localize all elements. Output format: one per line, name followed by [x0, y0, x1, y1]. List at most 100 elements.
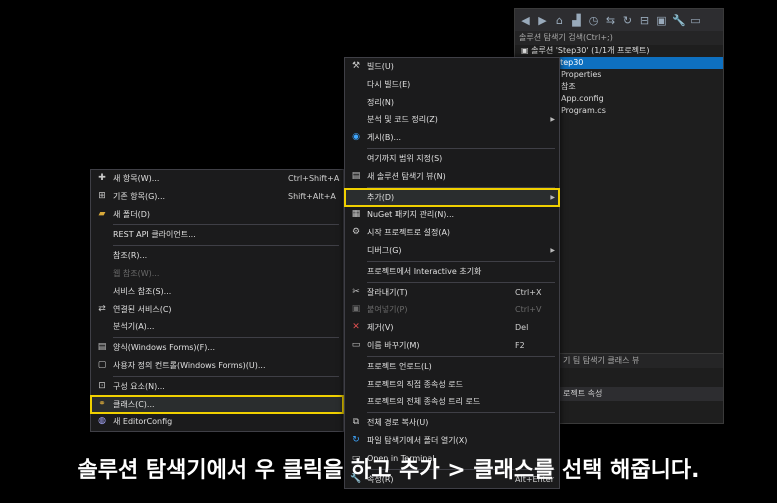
home-icon[interactable]: ⌂ [553, 14, 566, 27]
menu-item-시작-프로젝트로-설정[interactable]: ⚙ 시작 프로젝트로 설정(A) [345, 224, 559, 242]
build-icon: ⚒ [351, 61, 361, 71]
menu-item-label: 클래스(C)... [113, 399, 155, 409]
menu-item-label: 전체 경로 복사(U) [367, 418, 429, 428]
menu-item-참조[interactable]: 참조(R)... [91, 247, 343, 265]
menu-item-다시-빌드[interactable]: 다시 빌드(E) [345, 76, 559, 94]
menu-item-rest-api-클라이언트[interactable]: REST API 클라이언트... [91, 226, 343, 244]
nuget-icon: ▦ [351, 209, 361, 220]
refresh-arrow-icon: ↻ [352, 434, 360, 445]
back-icon[interactable]: ◀ [519, 14, 532, 27]
menu-item-새-폴더[interactable]: ▰ 새 폴더(D) [91, 206, 343, 224]
menu-item-shortcut: Shift+Alt+A [288, 191, 336, 201]
menu-item-label: 프로젝트의 직접 종속성 로드 [367, 379, 463, 389]
menu-item-빌드[interactable]: ⚒ 빌드(U) [345, 58, 559, 76]
menu-item-label: 새 EditorConfig [113, 417, 173, 427]
menu-item-shortcut: Ctrl+X [515, 287, 542, 297]
gear-icon: ⚙ [351, 227, 361, 238]
existing-item-icon: ⊞ [98, 190, 106, 201]
refresh-icon[interactable]: ↻ [621, 14, 634, 27]
user-control-icon: ▢ [97, 359, 107, 370]
menu-item-분석-및-코드-정리[interactable]: 분석 및 코드 정리(Z) ▶ [345, 111, 559, 129]
menu-item-shortcut: Ctrl+V [515, 305, 542, 315]
preview-icon[interactable]: ▭ [689, 14, 702, 27]
menu-item-label: 사용자 정의 컨트롤(Windows Forms)(U)... [113, 360, 266, 370]
paste-icon: ▣ [351, 304, 361, 315]
menu-separator [367, 355, 555, 357]
menu-item-게시[interactable]: ◉ 게시(B)... [345, 129, 559, 147]
menu-item-label: 다시 빌드(E) [367, 79, 411, 89]
solution-icon: ▣ [521, 46, 532, 55]
menu-item-여기까지-범위-지정[interactable]: 여기까지 범위 지정(S) [345, 150, 559, 168]
solution-explorer-search-input[interactable]: 솔루션 탐색기 검색(Ctrl+;) [515, 31, 723, 45]
editorconfig-icon: ◍ [98, 416, 106, 427]
menu-item-label: 디버그(G) [367, 245, 402, 255]
menu-item-label: 정리(N) [367, 97, 394, 107]
menu-item-label: 연결된 서비스(C) [113, 304, 172, 314]
menu-separator [367, 147, 555, 149]
form-icon: ▤ [97, 342, 107, 353]
menu-item-파일-탐색기에서-폴더-열기[interactable]: ↻ 파일 탐색기에서 폴더 열기(X) [345, 432, 559, 450]
show-all-icon[interactable]: ▣ [655, 14, 668, 27]
menu-item-잘라내기[interactable]: ✂ 잘라내기(T) Ctrl+X [345, 284, 559, 302]
menu-item-새-솔루션-탐색기-뷰[interactable]: ▤ 새 솔루션 탐색기 뷰(N) [345, 168, 559, 186]
menu-item-shortcut: Ctrl+Shift+A [288, 174, 340, 183]
history-icon[interactable]: ◷ [587, 14, 600, 27]
copy-icon: ⧉ [352, 417, 360, 428]
menu-item-연결된-서비스[interactable]: ⇄ 연결된 서비스(C) [91, 301, 343, 319]
delete-icon: ✕ [352, 322, 360, 333]
menu-item-서비스-참조[interactable]: 서비스 참조(S)... [91, 283, 343, 301]
menu-item-label: 프로젝트 언로드(L) [367, 361, 432, 371]
menu-item-label: 분석기(A)... [113, 322, 155, 332]
class-icon: ⚭ [98, 398, 106, 409]
new-item-icon: ✚ [98, 173, 106, 183]
component-icon: ⊡ [98, 380, 106, 391]
menu-item-label: 이름 바꾸기(M) [367, 340, 420, 350]
menu-item-새-editorconfig[interactable]: ◍ 새 EditorConfig [91, 413, 343, 431]
solution-node[interactable]: ▣ 솔루션 'Step30' (1/1개 프로젝트) [515, 45, 723, 57]
connected-service-icon: ⇄ [98, 303, 106, 314]
sync-icon[interactable]: ⇆ [604, 14, 617, 27]
menu-item-분석기[interactable]: 분석기(A)... [91, 318, 343, 336]
menu-separator [113, 337, 339, 339]
menu-item-label: 새 항목(W)... [113, 174, 160, 183]
menu-item-제거[interactable]: ✕ 제거(V) Del [345, 319, 559, 337]
menu-separator [367, 260, 555, 262]
menu-item-프로젝트의-전체-종속성-트리-로드[interactable]: 프로젝트의 전체 종속성 트리 로드 [345, 393, 559, 411]
menu-item-사용자-정의-컨트롤[interactable]: ▢ 사용자 정의 컨트롤(Windows Forms)(U)... [91, 357, 343, 375]
menu-item-label: 분석 및 코드 정리(Z) [367, 115, 438, 125]
submenu-arrow-icon: ▶ [550, 116, 555, 124]
menu-separator [113, 375, 339, 377]
menu-separator [367, 281, 555, 283]
menu-item-전체-경로-복사[interactable]: ⧉ 전체 경로 복사(U) [345, 414, 559, 432]
menu-item-웹-참조: 웹 참조(W)... [91, 265, 343, 283]
wrench-icon[interactable]: 🔧 [672, 14, 686, 27]
menu-item-label: 새 솔루션 탐색기 뷰(N) [367, 171, 446, 181]
menu-item-프로젝트-언로드[interactable]: 프로젝트 언로드(L) [345, 358, 559, 376]
menu-item-기존-항목[interactable]: ⊞ 기존 항목(G)... Shift+Alt+A [91, 188, 343, 206]
menu-separator [113, 224, 339, 226]
menu-item-프로젝트에서-interactive-초기화[interactable]: 프로젝트에서 Interactive 초기화 [345, 263, 559, 281]
menu-item-이름-바꾸기[interactable]: ▭ 이름 바꾸기(M) F2 [345, 337, 559, 355]
collapse-icon[interactable]: ⊟ [638, 14, 651, 27]
menu-item-정리[interactable]: 정리(N) [345, 94, 559, 112]
menu-item-추가[interactable]: 추가(D) ▶ [344, 187, 560, 208]
menu-item-디버그[interactable]: 디버그(G) ▶ [345, 242, 559, 260]
menu-item-label: 프로젝트의 전체 종속성 트리 로드 [367, 397, 481, 407]
add-submenu: ✚ 새 항목(W)... Ctrl+Shift+A ⊞ 기존 항목(G)... Shift… [90, 169, 344, 433]
menu-item-nuget-패키지-관리[interactable]: ▦ NuGet 패키지 관리(N)... [345, 206, 559, 224]
vs-icon[interactable]: ▟ [570, 14, 583, 27]
menu-item-양식[interactable]: ▤ 양식(Windows Forms)(F)... [91, 339, 343, 357]
menu-item-구성-요소[interactable]: ⊡ 구성 요소(N)... [91, 378, 343, 396]
menu-item-label: 새 폴더(D) [113, 209, 151, 219]
menu-item-label: NuGet 패키지 관리(N)... [367, 210, 455, 220]
menu-item-label: REST API 클라이언트... [113, 230, 196, 240]
forward-icon[interactable]: ▶ [536, 14, 549, 27]
menu-item-클래스[interactable]: ⚭ 클래스(C)... [90, 394, 344, 415]
menu-separator [367, 412, 555, 414]
menu-separator [367, 186, 555, 188]
menu-item-프로젝트의-직접-종속성-로드[interactable]: 프로젝트의 직접 종속성 로드 [345, 376, 559, 394]
menu-item-label: 잘라내기(T) [367, 287, 408, 297]
submenu-arrow-icon: ▶ [550, 193, 555, 201]
menu-item-새-항목[interactable]: ✚ 새 항목(W)... Ctrl+Shift+A [91, 170, 343, 188]
project-context-menu: ⚒ 빌드(U) 다시 빌드(E) 정리(N) 분석 및 코드 정리(Z) ▶ ◉ 게시(B).… [344, 57, 560, 490]
